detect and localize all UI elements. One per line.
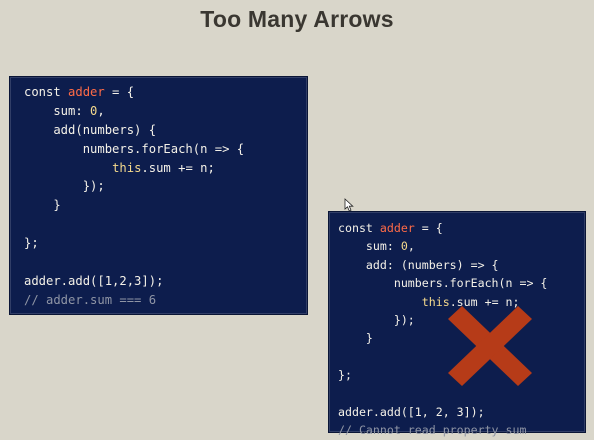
code-token: add: (numbers) => { — [338, 257, 499, 272]
code-line: } — [24, 196, 244, 215]
code-token: adder.add([1, 2, 3]); — [338, 404, 485, 419]
code-line: numbers.forEach(n => { — [338, 274, 548, 292]
code-token: adder — [68, 85, 105, 99]
code-token: , — [407, 239, 415, 254]
code-line: sum: 0, — [24, 102, 244, 121]
code-token: sum: — [338, 239, 401, 254]
code-line: // adder.sum === 6 — [24, 291, 244, 310]
code-line: const adder = { — [24, 83, 244, 102]
code-line: adder.add([1,2,3]); — [24, 272, 244, 291]
code-line: const adder = { — [338, 219, 547, 237]
code-token: adder — [379, 221, 415, 235]
code-token: }); — [338, 312, 415, 327]
code-token: = { — [414, 221, 443, 235]
red-x-icon — [448, 306, 532, 386]
code-token: adder.add([1,2,3]); — [24, 273, 164, 288]
code-line: adder.add([1, 2, 3]); — [338, 403, 547, 421]
code-token: = { — [104, 85, 135, 99]
code-line: add(numbers) { — [24, 121, 244, 140]
code-line: }); — [24, 177, 244, 196]
code-token: sum: — [24, 103, 91, 118]
code-token: }; — [24, 236, 39, 251]
code-line: sum: 0, — [338, 237, 547, 255]
code-line: this.sum += n; — [24, 159, 244, 178]
code-line: numbers.forEach(n => { — [24, 140, 244, 159]
code-token: }); — [24, 179, 105, 194]
code-token: 0 — [400, 239, 408, 254]
code-token: .sum += n; — [141, 160, 215, 175]
code-token: } — [338, 331, 373, 346]
code-token: this — [112, 160, 142, 175]
slide-title: Too Many Arrows — [200, 6, 394, 32]
code-token: numbers.forEach(n => { — [338, 276, 548, 291]
code-line: }; — [24, 234, 244, 253]
code-line: // Cannot read property sum — [338, 421, 547, 439]
code-token: add(numbers) { — [24, 122, 157, 137]
code-line: add: (numbers) => { — [338, 256, 547, 274]
mouse-pointer-icon — [344, 198, 354, 212]
code-token: // adder.sum === 6 — [24, 292, 157, 307]
code-token: } — [24, 198, 61, 213]
code-panel-working-example: const adder = { sum: 0, add(numbers) { n… — [9, 76, 308, 315]
code-token: numbers.forEach(n => { — [24, 141, 245, 156]
code-token: // Cannot read property sum — [338, 423, 527, 438]
code-token: }; — [338, 368, 352, 383]
code-token: const — [24, 85, 69, 99]
code-token: const — [338, 221, 380, 235]
code-token: , — [97, 103, 105, 118]
code-block: const adder = { sum: 0, add(numbers) { n… — [24, 83, 244, 310]
